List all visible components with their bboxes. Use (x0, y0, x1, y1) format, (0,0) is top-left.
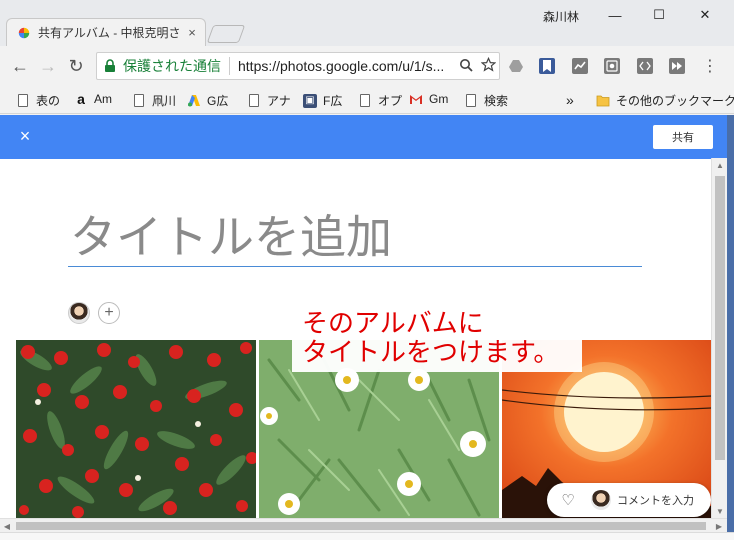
page-icon (132, 94, 146, 108)
fast-forward-extension-icon[interactable] (669, 58, 685, 74)
page-icon (358, 94, 372, 108)
amazon-icon: a (77, 91, 85, 107)
add-person-button[interactable]: + (98, 302, 120, 324)
comment-input-label[interactable]: コメントを入力 (617, 492, 694, 508)
bookmarks-overflow-button[interactable]: » (566, 92, 574, 108)
folder-icon (596, 94, 610, 108)
bookmark-label: Am (94, 92, 112, 106)
page-icon (16, 94, 30, 108)
other-bookmarks-folder[interactable]: その他のブックマーク (596, 92, 734, 109)
album-photo-berries[interactable] (16, 340, 256, 519)
tutorial-annotation: そのアルバムに タイトルをつけます。 (292, 308, 582, 372)
address-bar[interactable]: 保護された通信 https://photos.google.com/u/1/s.… (96, 52, 500, 80)
scroll-right-arrow-icon[interactable]: ▶ (712, 519, 726, 533)
google-ads-icon (187, 94, 201, 108)
bookmark-item[interactable]: ▣ F広 (303, 92, 342, 109)
album-title-input[interactable] (68, 207, 642, 267)
scroll-up-arrow-icon[interactable]: ▲ (712, 158, 728, 172)
bookmark-label: アナ (267, 94, 291, 108)
other-bookmarks-label: その他のブックマーク (616, 94, 734, 108)
browser-tab[interactable]: 共有アルバム - 中根克明さ × (6, 18, 206, 46)
forward-button[interactable]: → (36, 54, 60, 78)
bookmark-label: Gm (429, 92, 449, 106)
heart-icon[interactable]: ♡ (553, 491, 583, 509)
bookmark-item[interactable]: オプ (358, 92, 402, 109)
background-window-edge (727, 115, 734, 540)
new-tab-button[interactable] (206, 25, 246, 43)
bookmark-label: G広 (207, 94, 229, 108)
maximize-button[interactable]: ☐ (644, 4, 674, 26)
bookmark-star-icon[interactable] (477, 56, 499, 75)
bookmark-item[interactable]: 表の (16, 92, 60, 109)
drive-extension-icon[interactable] (508, 58, 524, 74)
taskbar-edge (0, 532, 734, 540)
bookmark-item[interactable]: Gm (409, 92, 448, 106)
reload-button[interactable]: ↻ (64, 54, 88, 78)
comment-bar[interactable]: ♡ コメントを入力 (547, 483, 711, 517)
berries-image (16, 340, 256, 519)
google-photos-icon (18, 27, 30, 38)
profile-name[interactable]: 森川林 (543, 8, 579, 25)
google-photos-page: × 共有 + (0, 115, 727, 519)
scroll-left-arrow-icon[interactable]: ◀ (0, 519, 14, 533)
share-button[interactable]: 共有 (653, 125, 713, 149)
browser-window: 共有アルバム - 中根克明さ × 森川林 — ☐ ✕ ← → ↻ 保護された通信… (0, 0, 734, 540)
bookmarks-bar: 表の a Am 凧川 G広 アナ ▣ F広 オプ Gm 検索 » その他のブック… (0, 86, 734, 114)
image-extension-icon[interactable] (604, 58, 620, 74)
secure-connection-label[interactable]: 保護された通信 (123, 56, 221, 76)
vertical-scrollbar[interactable]: ▲ ▼ (711, 158, 727, 518)
page-icon (464, 94, 478, 108)
bookmark-item[interactable]: 凧川 (132, 92, 176, 109)
close-window-button[interactable]: ✕ (690, 4, 720, 26)
contributors-row: + (68, 302, 120, 324)
avatar[interactable] (68, 302, 90, 324)
bookmark-label: 検索 (484, 94, 509, 108)
bookmark-item[interactable]: 検索 (464, 92, 508, 109)
tab-close-icon[interactable]: × (183, 25, 201, 40)
lock-icon (105, 59, 115, 72)
code-extension-icon[interactable] (637, 58, 653, 74)
url-text[interactable]: https://photos.google.com/u/1/s... (238, 58, 455, 74)
zoom-search-icon[interactable] (455, 58, 477, 75)
annotation-line-2: タイトルをつけます。 (302, 338, 560, 368)
bookmark-label: 表の (36, 94, 61, 108)
omnibox-divider (229, 57, 230, 75)
tab-title: 共有アルバム - 中根克明さ (38, 26, 181, 40)
bookmark-item[interactable]: アナ (247, 92, 291, 109)
close-icon[interactable]: × (14, 125, 36, 147)
analytics-extension-icon[interactable] (572, 58, 588, 74)
bookmark-label: 凧川 (152, 94, 177, 108)
browser-toolbar: ← → ↻ 保護された通信 https://photos.google.com/… (0, 46, 734, 86)
horizontal-scroll-thumb[interactable] (16, 522, 706, 530)
back-button[interactable]: ← (8, 54, 32, 78)
scroll-down-arrow-icon[interactable]: ▼ (712, 504, 728, 518)
title-bar: 共有アルバム - 中根克明さ × 森川林 — ☐ ✕ (0, 0, 734, 46)
gmail-icon (409, 92, 423, 106)
chrome-menu-button[interactable]: ⋮ (698, 54, 722, 78)
bookmark-item[interactable]: a Am (74, 91, 112, 107)
facebook-ads-icon: ▣ (303, 93, 317, 108)
annotation-line-1: そのアルバムに (302, 309, 484, 339)
vertical-scroll-thumb[interactable] (715, 176, 725, 460)
album-edit-appbar: × 共有 (0, 115, 727, 159)
bookmark-extension-icon[interactable] (539, 58, 555, 74)
minimize-button[interactable]: — (600, 4, 630, 26)
bookmark-label: F広 (323, 94, 343, 108)
page-icon (247, 94, 261, 108)
avatar (591, 490, 611, 510)
bookmark-label: オプ (378, 94, 403, 108)
horizontal-scrollbar[interactable]: ◀ ▶ (0, 518, 727, 532)
bookmark-item[interactable]: G広 (187, 92, 228, 109)
